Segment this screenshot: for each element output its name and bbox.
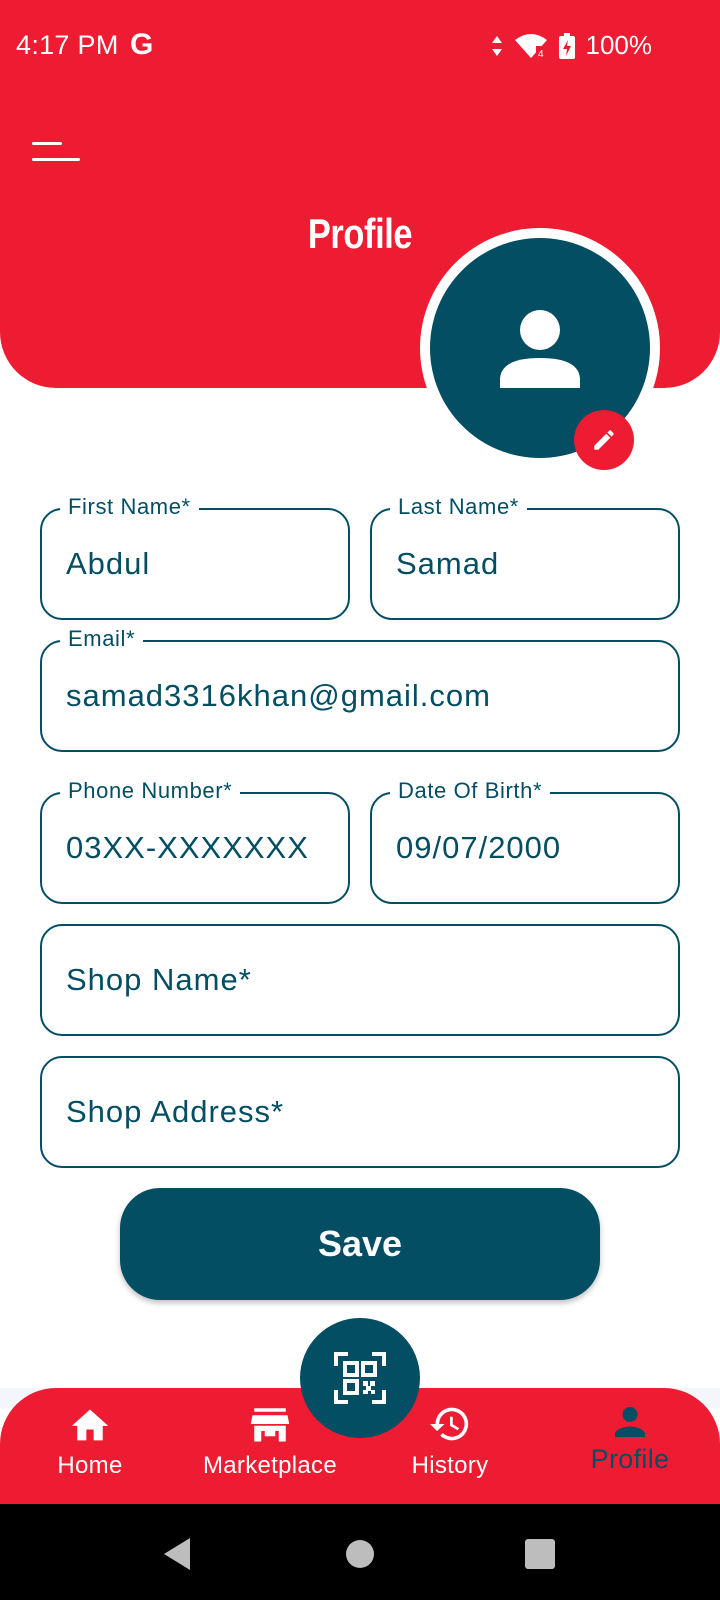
edit-avatar-button[interactable] xyxy=(574,410,634,470)
store-icon xyxy=(250,1408,290,1442)
battery-charging-icon xyxy=(558,32,575,59)
wifi-icon: 4 xyxy=(514,33,547,60)
status-bar: 4:17 PM G 4 100% xyxy=(0,0,720,96)
status-time: 4:17 PM xyxy=(16,30,119,60)
date-of-birth-value[interactable]: 09/07/2000 xyxy=(396,794,662,902)
home-circle-icon[interactable] xyxy=(340,1534,380,1574)
nav-label-history: History xyxy=(411,1452,489,1479)
phone-number-value[interactable]: 03XX-XXXXXXX xyxy=(66,794,332,902)
shop-address-field[interactable]: Shop Address* xyxy=(40,1056,680,1168)
email-value[interactable]: samad3316khan@gmail.com xyxy=(66,642,662,750)
menu-icon[interactable] xyxy=(28,132,84,172)
data-arrows-icon xyxy=(491,35,502,56)
last-name-field[interactable]: Last Name* Samad xyxy=(370,494,680,620)
save-button[interactable]: Save xyxy=(120,1188,600,1300)
nav-label-marketplace: Marketplace xyxy=(202,1452,338,1479)
qr-code-icon xyxy=(334,1352,386,1404)
qr-scan-button[interactable] xyxy=(300,1318,420,1438)
first-name-field[interactable]: First Name* Abdul xyxy=(40,494,350,620)
nav-label-profile: Profile xyxy=(590,1444,670,1474)
last-name-value[interactable]: Samad xyxy=(396,510,662,618)
first-name-value[interactable]: Abdul xyxy=(66,510,332,618)
status-icons: 4 100% xyxy=(490,30,653,61)
pencil-icon xyxy=(594,430,614,450)
email-field[interactable]: Email* samad3316khan@gmail.com xyxy=(40,626,680,752)
recents-icon[interactable] xyxy=(520,1534,560,1574)
phone-number-field[interactable]: Phone Number* 03XX-XXXXXXX xyxy=(40,778,350,904)
battery-percent: 100% xyxy=(585,30,653,60)
nav-label-home: Home xyxy=(57,1452,123,1479)
person-icon xyxy=(500,310,580,388)
svg-text:4: 4 xyxy=(538,49,544,60)
person-icon xyxy=(615,1407,645,1437)
nav-item-home[interactable]: Home xyxy=(0,1404,180,1504)
nav-item-profile[interactable]: Profile xyxy=(540,1404,720,1504)
shop-name-field[interactable]: Shop Name* xyxy=(40,924,680,1036)
back-icon[interactable] xyxy=(158,1534,198,1574)
home-icon xyxy=(71,1409,109,1441)
date-of-birth-field[interactable]: Date Of Birth* 09/07/2000 xyxy=(370,778,680,904)
google-icon: G xyxy=(130,28,154,61)
shop-name-placeholder[interactable]: Shop Name* xyxy=(66,926,252,1034)
history-icon xyxy=(430,1407,469,1441)
shop-address-placeholder[interactable]: Shop Address* xyxy=(66,1058,284,1166)
system-nav-bar xyxy=(0,1504,720,1600)
menu-line xyxy=(32,158,80,161)
menu-line xyxy=(32,142,62,145)
